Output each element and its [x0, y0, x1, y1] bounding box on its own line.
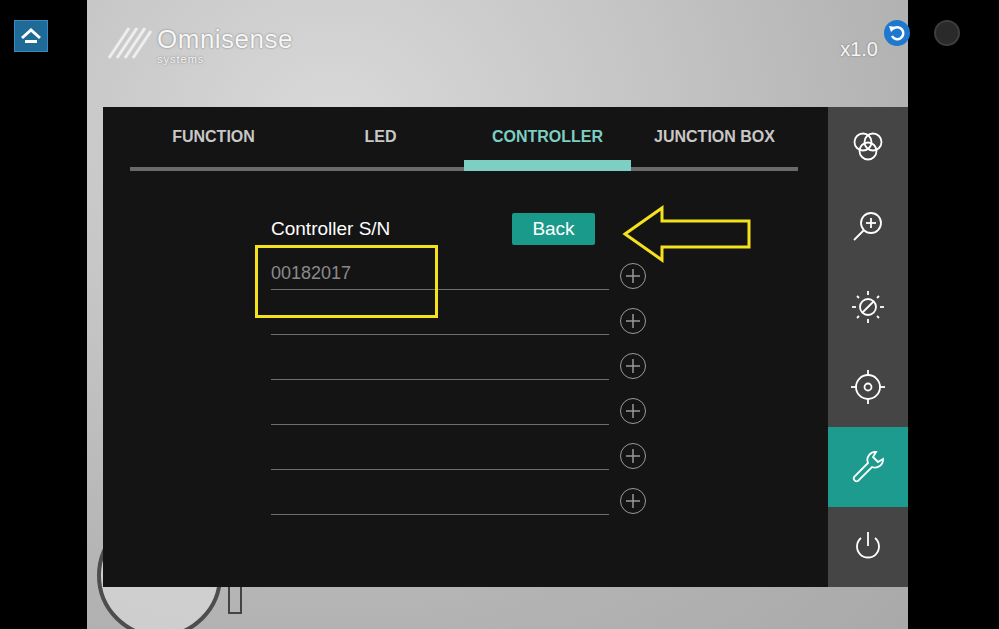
tab-label: FUNCTION: [130, 107, 297, 149]
serial-list: [271, 245, 828, 515]
zoom-icon: [848, 207, 888, 247]
color-mode-icon: [848, 127, 888, 167]
back-button[interactable]: Back: [512, 213, 595, 245]
logo-subtitle: systems: [157, 54, 293, 65]
camera-view: Omnisense systems x1.0 FUNCTIONLEDCONTRO…: [87, 0, 908, 629]
controller-form: Controller S/N Back: [130, 171, 828, 515]
brightness-icon: [848, 287, 888, 327]
tab-underline: [631, 167, 798, 171]
plus-icon: [625, 448, 641, 464]
header: Omnisense systems x1.0: [87, 0, 908, 107]
target-icon: [848, 367, 888, 407]
add-button[interactable]: [620, 308, 646, 334]
tab[interactable]: CONTROLLER: [464, 107, 631, 171]
sidebar: [828, 107, 908, 587]
left-bar: [0, 0, 87, 629]
serial-row: [271, 335, 828, 380]
serial-row: [271, 290, 828, 335]
wrench-icon: [848, 447, 888, 487]
plus-icon: [625, 493, 641, 509]
tab[interactable]: FUNCTION: [130, 107, 297, 171]
sidebar-item[interactable]: [828, 267, 908, 347]
serial-row: [271, 470, 828, 515]
joystick-slot: [228, 584, 242, 614]
annotation-box: [255, 245, 438, 318]
app-window: Omnisense systems x1.0 FUNCTIONLEDCONTRO…: [0, 0, 999, 629]
right-bar: [908, 0, 999, 629]
serial-row: [271, 425, 828, 470]
undo-button[interactable]: [884, 20, 910, 46]
tab[interactable]: LED: [297, 107, 464, 171]
tab-underline: [130, 167, 297, 171]
sidebar-item[interactable]: [828, 427, 908, 507]
tab-label: JUNCTION BOX: [631, 107, 798, 149]
add-button[interactable]: [620, 443, 646, 469]
tab-label: CONTROLLER: [464, 107, 631, 149]
logo-text: Omnisense: [157, 26, 293, 52]
tab-underline: [464, 160, 631, 171]
logo-icon: [105, 22, 153, 62]
add-button[interactable]: [620, 398, 646, 424]
plus-icon: [625, 358, 641, 374]
add-button[interactable]: [620, 488, 646, 514]
plus-icon: [625, 313, 641, 329]
home-button[interactable]: [14, 20, 48, 52]
serial-row: [271, 245, 828, 290]
tab[interactable]: JUNCTION BOX: [631, 107, 798, 171]
sidebar-item[interactable]: [828, 107, 908, 187]
serial-field[interactable]: [271, 483, 609, 515]
annotation-arrow-icon: [622, 205, 752, 263]
plus-icon: [625, 403, 641, 419]
serial-field[interactable]: [271, 258, 609, 290]
tab-label: LED: [297, 107, 464, 149]
tab-bar: FUNCTIONLEDCONTROLLERJUNCTION BOX: [130, 107, 801, 171]
power-icon: [848, 527, 888, 567]
home-icon: [20, 27, 42, 45]
plus-icon: [625, 268, 641, 284]
serial-field[interactable]: [271, 303, 609, 335]
undo-icon: [888, 24, 906, 42]
serial-label: Controller S/N: [271, 215, 512, 244]
sidebar-item[interactable]: [828, 507, 908, 587]
sidebar-item[interactable]: [828, 347, 908, 427]
tab-underline: [297, 167, 464, 171]
serial-field[interactable]: [271, 348, 609, 380]
serial-field[interactable]: [271, 438, 609, 470]
serial-field[interactable]: [271, 393, 609, 425]
add-button[interactable]: [620, 263, 646, 289]
record-button[interactable]: [934, 20, 960, 46]
sidebar-item[interactable]: [828, 187, 908, 267]
settings-panel: FUNCTIONLEDCONTROLLERJUNCTION BOX Contro…: [103, 107, 908, 587]
zoom-reading: x1.0: [840, 34, 878, 64]
settings-main: FUNCTIONLEDCONTROLLERJUNCTION BOX Contro…: [103, 107, 828, 587]
serial-row: [271, 380, 828, 425]
add-button[interactable]: [620, 353, 646, 379]
